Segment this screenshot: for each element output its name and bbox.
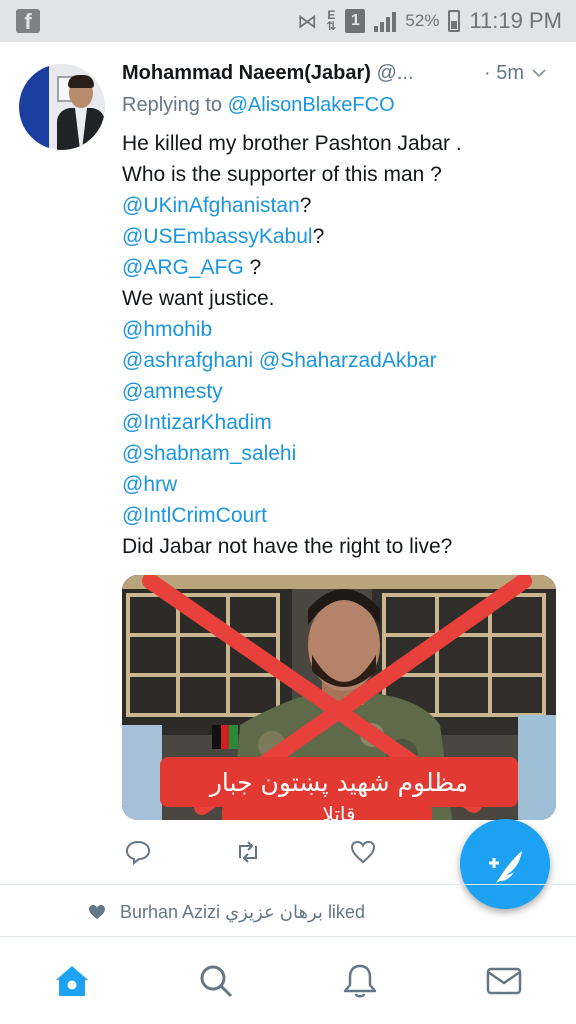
compose-tweet-button[interactable] (460, 819, 550, 909)
mention-link[interactable]: @ashrafghani (122, 349, 253, 372)
tweet-line: He killed my brother Pashton Jabar . (122, 128, 562, 159)
reply-icon[interactable] (124, 838, 152, 866)
tweet-header: Mohammad Naeem(Jabar) @... · 5m (122, 62, 562, 92)
tweet-line: Did Jabar not have the right to live? (122, 531, 562, 562)
mention-link[interactable]: @shabnam_salehi (122, 442, 296, 465)
tweet-text-segment: Who is the supporter of this man ? (122, 163, 442, 186)
mention-link[interactable]: @hmohib (122, 318, 212, 341)
tweet-line: Who is the supporter of this man ? (122, 159, 562, 190)
tweet-text-segment: ? (243, 256, 262, 279)
mute-icon: ⋈ (297, 10, 318, 33)
tweet-line: @IntlCrimCourt (122, 500, 562, 531)
avatar[interactable] (19, 64, 105, 150)
status-time: 11:19 PM (469, 8, 562, 33)
tweet-text: He killed my brother Pashton Jabar . Who … (122, 128, 562, 562)
mention-link[interactable]: @hrw (122, 473, 177, 496)
tweet-line: @amnesty (122, 376, 562, 407)
tweet-image-graphic: مظلوم شهيد پښتون جبار قاتلا (122, 575, 556, 820)
author-name[interactable]: Mohammad Naeem(Jabar) (122, 62, 371, 84)
tweet-image[interactable]: مظلوم شهيد پښتون جبار قاتلا (122, 575, 556, 820)
liked-by-name-native[interactable]: برهان عزيزي (225, 902, 323, 922)
bottom-tab-bar (0, 936, 576, 1024)
tweet-text-segment: He killed my brother Pashton Jabar . (122, 132, 462, 155)
mention-link[interactable]: @IntlCrimCourt (122, 504, 267, 527)
replying-to-mention[interactable]: @AlisonBlakeFCO (228, 94, 395, 116)
tweet-line: @hrw (122, 469, 562, 500)
tweet-line: @hmohib (122, 314, 562, 345)
tweet-line: @ARG_AFG ? (122, 252, 562, 283)
tweet-text-segment: ? (299, 194, 312, 217)
tweet-line: @IntizarKhadim (122, 407, 562, 438)
tweet-text-segment: ? (312, 225, 325, 248)
search-icon[interactable] (196, 961, 236, 1001)
author-handle[interactable]: @... (377, 62, 414, 84)
replying-to: Replying to @AlisonBlakeFCO (122, 94, 395, 117)
tweet-text-segment: We want justice. (122, 287, 275, 310)
liked-by-row[interactable]: Burhan Azizi برهان عزيزي liked (88, 900, 365, 924)
facebook-icon: f (16, 9, 40, 34)
tweet-line: @ashrafghani @ShaharzadAkbar (122, 345, 562, 376)
data-arrows-icon: E ⇅ (326, 8, 337, 33)
data-indicator-label: E (327, 8, 336, 22)
replying-prefix: Replying to (122, 94, 228, 116)
tweet-line: @USEmbassyKabul? (122, 221, 562, 252)
liked-by-name[interactable]: Burhan Azizi (120, 902, 220, 922)
mention-link[interactable]: @IntizarKhadim (122, 411, 272, 434)
status-icons: ⋈ E ⇅ 1 52% 11:19 PM (297, 7, 562, 35)
signal-icon (374, 10, 397, 32)
tweet-line: We want justice. (122, 283, 562, 314)
tweet-text-segment: Did Jabar not have the right to live? (122, 535, 453, 558)
mention-link[interactable]: @ShaharzadAkbar (259, 349, 437, 372)
chevron-down-icon[interactable] (532, 66, 546, 80)
home-icon[interactable] (52, 961, 92, 1001)
liked-suffix: liked (327, 901, 365, 922)
sim-icon: 1 (345, 9, 366, 33)
battery-icon (448, 10, 461, 32)
mention-link[interactable]: @USEmbassyKabul (122, 225, 313, 248)
notifications-icon[interactable] (340, 961, 380, 1001)
like-icon[interactable] (349, 838, 377, 866)
status-bar: f ⋈ E ⇅ 1 52% 11:19 PM (0, 0, 576, 42)
messages-icon[interactable] (484, 961, 524, 1001)
mention-link[interactable]: @ARG_AFG (122, 256, 244, 279)
heart-icon (89, 905, 105, 919)
liked-by-text: Burhan Azizi برهان عزيزي liked (120, 902, 365, 923)
image-caption-line2: قاتلا (322, 802, 355, 820)
divider (0, 884, 576, 885)
image-caption-line1: مظلوم شهيد پښتون جبار (208, 768, 468, 798)
tweet-line: @UKinAfghanistan? (122, 190, 562, 221)
battery-percent: 52% (405, 11, 440, 30)
tweet-line: @shabnam_salehi (122, 438, 562, 469)
mention-link[interactable]: @amnesty (122, 380, 223, 403)
tweet-time: · 5m (484, 62, 524, 84)
retweet-icon[interactable] (234, 838, 262, 866)
compose-feather-icon (489, 851, 522, 883)
mention-link[interactable]: @UKinAfghanistan (122, 194, 300, 217)
